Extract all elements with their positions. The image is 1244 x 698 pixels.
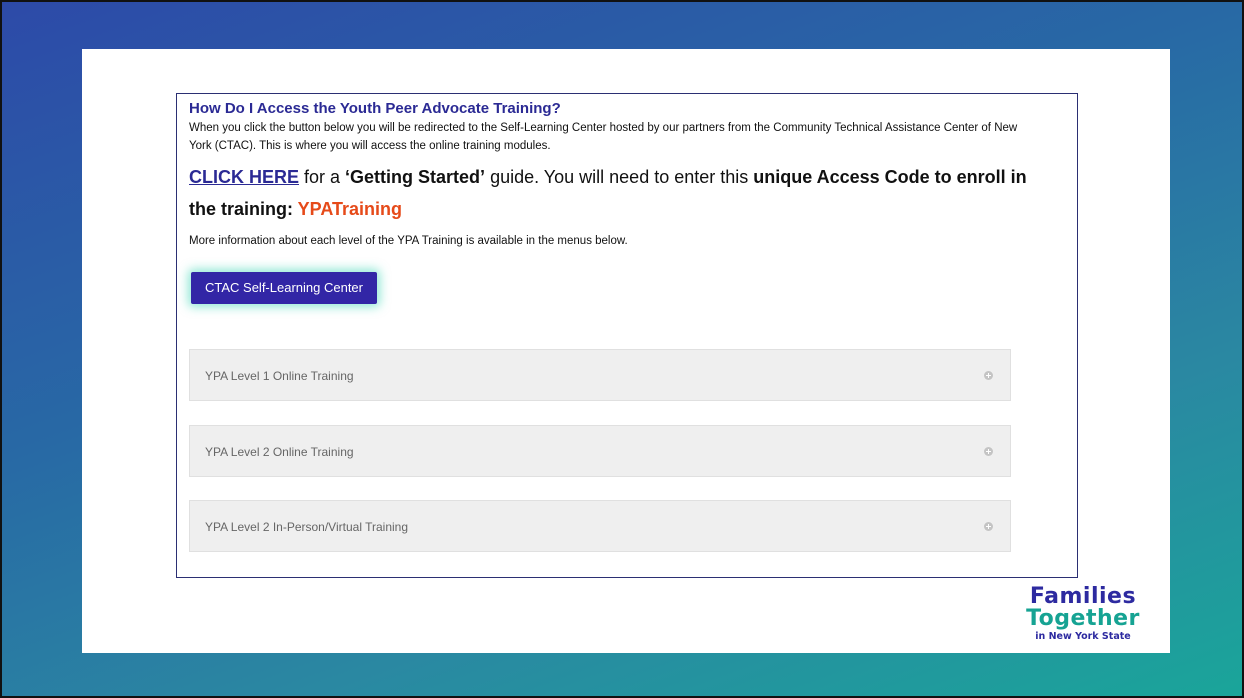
- content-canvas: How Do I Access the Youth Peer Advocate …: [82, 49, 1170, 653]
- logo-line-together: Together: [1026, 606, 1140, 631]
- guide-text-1: for a: [299, 167, 346, 187]
- slide-background: How Do I Access the Youth Peer Advocate …: [0, 0, 1244, 698]
- getting-started-text: CLICK HERE for a ‘Getting Started’ guide…: [189, 161, 1049, 225]
- accordion-item-level-1[interactable]: YPA Level 1 Online Training: [189, 349, 1011, 401]
- logo-line-families: Families: [1029, 584, 1137, 609]
- ctac-self-learning-center-button[interactable]: CTAC Self-Learning Center: [191, 272, 377, 304]
- plus-circle-icon: [984, 371, 993, 380]
- plus-circle-icon: [984, 447, 993, 456]
- accordion-label: YPA Level 2 In-Person/Virtual Training: [205, 520, 409, 534]
- more-info-text: More information about each level of the…: [189, 235, 628, 247]
- plus-circle-icon: [984, 522, 993, 531]
- intro-text: When you click the button below you will…: [189, 122, 1018, 152]
- training-access-card: How Do I Access the Youth Peer Advocate …: [176, 93, 1078, 578]
- accordion-label: YPA Level 2 Online Training: [205, 445, 354, 459]
- guide-bold-1: ‘Getting Started’: [345, 167, 486, 187]
- families-together-logo: Families Together in New York State: [1012, 586, 1154, 644]
- logo-line-state: in New York State: [1035, 631, 1131, 642]
- click-here-link[interactable]: CLICK HERE: [189, 167, 299, 187]
- accordion-item-level-2-in-person[interactable]: YPA Level 2 In-Person/Virtual Training: [189, 500, 1011, 552]
- section-heading: How Do I Access the Youth Peer Advocate …: [189, 100, 561, 117]
- guide-text-2: guide. You will need to enter this: [485, 167, 754, 187]
- accordion-label: YPA Level 1 Online Training: [205, 369, 354, 383]
- access-code: YPATraining: [297, 199, 403, 219]
- accordion-item-level-2-online[interactable]: YPA Level 2 Online Training: [189, 425, 1011, 477]
